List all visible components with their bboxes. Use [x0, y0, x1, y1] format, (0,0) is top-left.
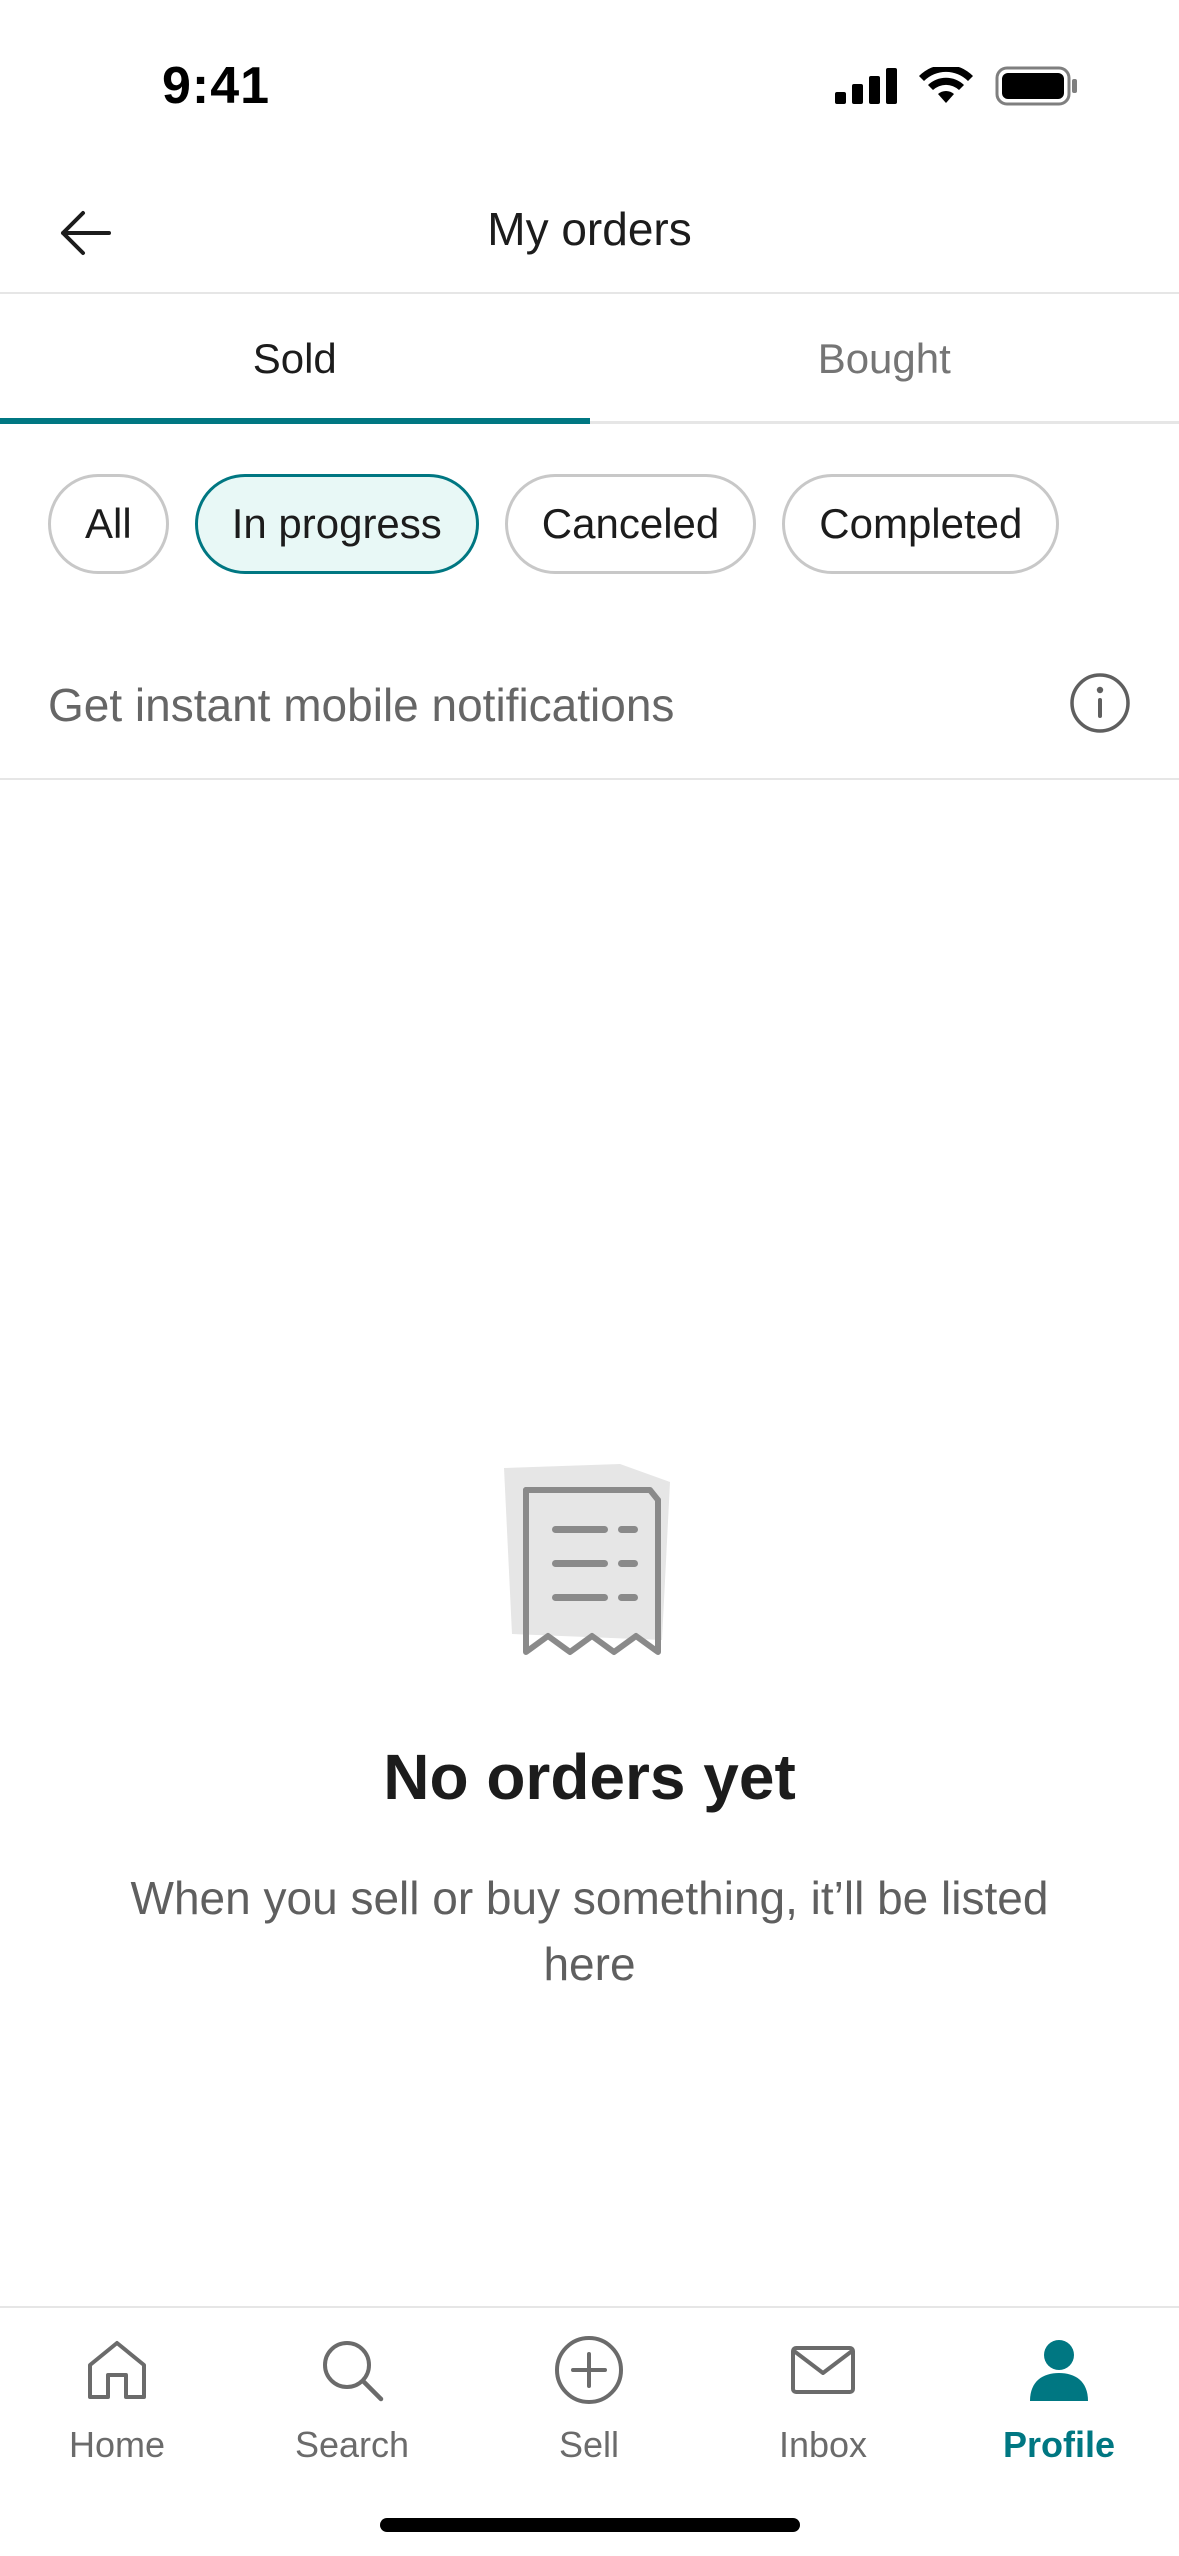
filter-chip-completed[interactable]: Completed [782, 474, 1060, 574]
filter-chips: All In progress Canceled Completed [48, 474, 1060, 574]
filter-chip-in-progress[interactable]: In progress [194, 474, 479, 574]
cellular-signal-icon [835, 68, 897, 104]
person-icon [1030, 2340, 1088, 2401]
empty-state-title: No orders yet [383, 1741, 796, 1813]
nav-item-inbox[interactable]: Inbox [723, 2330, 923, 2466]
nav-item-profile[interactable]: Profile [959, 2330, 1159, 2466]
home-icon [88, 2341, 146, 2399]
filter-chip-all[interactable]: All [48, 474, 169, 574]
wifi-icon [919, 67, 973, 103]
tab-bought[interactable]: Bought [590, 296, 1179, 421]
header: My orders [0, 170, 1179, 294]
info-icon[interactable] [1069, 672, 1131, 734]
filter-chip-canceled[interactable]: Canceled [504, 474, 757, 574]
nav-item-sell[interactable]: Sell [489, 2330, 689, 2466]
tab-bar: Sold Bought [0, 296, 1179, 424]
receipt-icon [504, 1464, 670, 1655]
nav-label-inbox: Inbox [778, 2424, 868, 2465]
search-icon [323, 2341, 384, 2402]
notifications-row[interactable]: Get instant mobile notifications [0, 624, 1179, 780]
page-title: My orders [487, 203, 692, 255]
nav-item-search[interactable]: Search [252, 2330, 452, 2466]
nav-label-home: Home [68, 2424, 166, 2465]
home-indicator [380, 2518, 800, 2532]
nav-item-home[interactable]: Home [17, 2330, 217, 2466]
tab-sold[interactable]: Sold [0, 296, 590, 424]
status-icons [835, 66, 1079, 106]
empty-state-description: When you sell or buy something, it’ll be… [130, 1872, 1049, 1990]
orders-screen: 9:41 My orders Sold Bought All In progre… [0, 0, 1179, 2556]
status-time: 9:41 [162, 57, 271, 115]
mail-icon [791, 2346, 855, 2394]
status-bar: 9:41 [0, 0, 1179, 170]
notifications-text: Get instant mobile notifications [48, 679, 675, 731]
nav-label-profile: Profile [1002, 2424, 1116, 2465]
battery-icon [995, 66, 1077, 106]
plus-circle-icon [555, 2336, 623, 2404]
nav-label-search: Search [294, 2424, 410, 2465]
nav-label-sell: Sell [558, 2424, 620, 2465]
